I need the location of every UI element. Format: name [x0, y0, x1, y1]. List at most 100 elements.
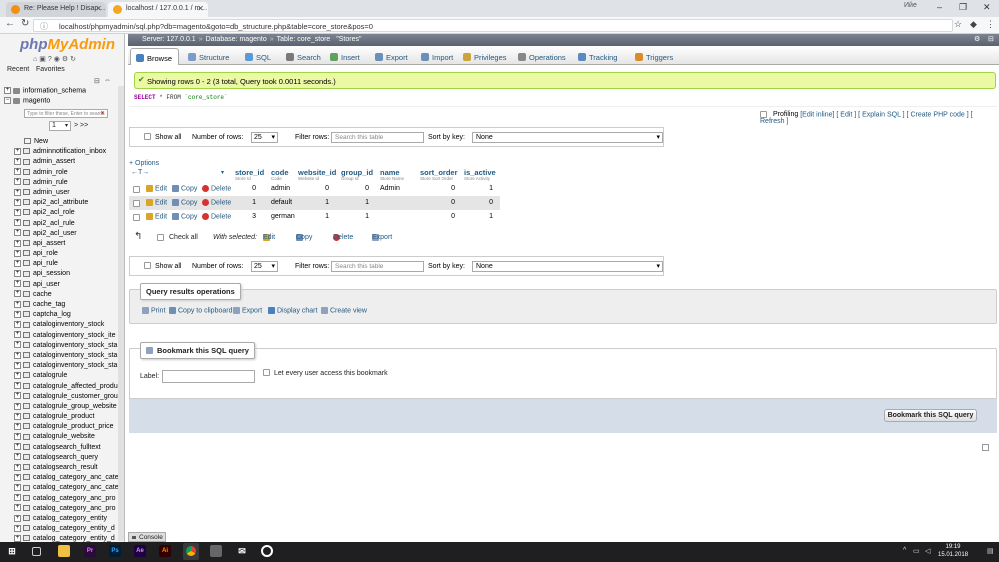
- collapse-all-icon[interactable]: ⊟: [94, 77, 100, 85]
- tree-table-item[interactable]: + api_user: [14, 280, 122, 290]
- tree-table-item[interactable]: + captcha_log: [14, 310, 122, 320]
- tree-table-item[interactable]: + cache: [14, 290, 122, 300]
- row-delete-button[interactable]: Delete: [202, 199, 231, 206]
- expand-icon[interactable]: +: [14, 331, 21, 339]
- tree-table-item[interactable]: + api2_acl_user: [14, 229, 122, 239]
- nav-scrollbar[interactable]: [118, 86, 124, 541]
- expand-icon[interactable]: +: [14, 453, 21, 461]
- tree-table-item[interactable]: + admin_rule: [14, 178, 122, 188]
- expand-icon[interactable]: +: [14, 178, 21, 186]
- tree-table-item[interactable]: + api2_acl_rule: [14, 219, 122, 229]
- logout-icon[interactable]: ▣: [39, 56, 48, 63]
- tree-table-item[interactable]: + catalogrule_product_price: [14, 422, 122, 432]
- menu-dots-icon[interactable]: ⋮: [986, 19, 995, 30]
- after-effects-icon[interactable]: Ae: [134, 545, 146, 557]
- tree-table-item[interactable]: + catalogsearch_query: [14, 453, 122, 463]
- tree-table-item[interactable]: + cataloginventory_stock: [14, 320, 122, 330]
- tree-table-item[interactable]: + cataloginventory_stock_sta: [14, 361, 122, 371]
- expand-icon[interactable]: +: [14, 402, 21, 410]
- expand-icon[interactable]: +: [14, 443, 21, 451]
- tray-chevron-icon[interactable]: ^: [903, 547, 906, 554]
- tab-close-icon[interactable]: ✕: [95, 4, 102, 13]
- expand-icon[interactable]: +: [14, 147, 21, 155]
- nav-next-page[interactable]: > >>: [74, 122, 88, 129]
- browser-tab-1[interactable]: Re: Please Help ! Disap… ✕: [6, 2, 106, 17]
- table-filter-input[interactable]: Type to filter these, Enter to search ✕: [24, 109, 108, 118]
- menu-tab-sql[interactable]: SQL: [240, 48, 277, 65]
- options-toggle[interactable]: + Options: [129, 160, 159, 167]
- windows-start-icon[interactable]: ⊞: [6, 545, 18, 557]
- expand-icon[interactable]: +: [14, 259, 21, 267]
- filter-rows-input[interactable]: Search this table: [331, 132, 424, 143]
- taskbar-app-icon[interactable]: [210, 545, 222, 557]
- tree-table-item[interactable]: + adminnotification_inbox: [14, 147, 122, 157]
- expand-icon[interactable]: +: [14, 321, 21, 329]
- row-copy-button[interactable]: Copy: [172, 213, 197, 220]
- row-delete-button[interactable]: Delete: [202, 185, 231, 192]
- premiere-icon[interactable]: Pr: [84, 545, 96, 557]
- tree-table-item[interactable]: + catalogrule: [14, 371, 122, 381]
- sort-by-key-select[interactable]: None ▾: [472, 132, 663, 143]
- back-icon[interactable]: ←: [5, 18, 15, 29]
- expand-icon[interactable]: +: [14, 463, 21, 471]
- menu-tab-import[interactable]: Import: [416, 48, 459, 65]
- export-link[interactable]: Export: [233, 307, 262, 314]
- expand-icon[interactable]: +: [14, 534, 21, 542]
- expand-icon[interactable]: +: [14, 382, 21, 390]
- link-with-main-icon[interactable]: ⇔: [104, 77, 111, 84]
- notification-icon[interactable]: ▤: [987, 547, 994, 555]
- create-view-link[interactable]: Create view: [321, 307, 367, 314]
- row-edit-button[interactable]: Edit: [146, 185, 167, 192]
- tree-table-item[interactable]: + catalogrule_group_website: [14, 402, 122, 412]
- filter-rows-input[interactable]: Search this table: [331, 261, 424, 272]
- browser-tab-2[interactable]: localhost / 127.0.0.1 / m… ✕: [108, 2, 208, 17]
- tree-table-item[interactable]: + cache_tag: [14, 300, 122, 310]
- copy-to-clipboard-link[interactable]: Copy to clipboard: [169, 307, 232, 314]
- docs-icon[interactable]: ◉: [54, 56, 62, 63]
- tree-table-item[interactable]: + catalog_category_entity_d: [14, 524, 122, 534]
- menu-tab-structure[interactable]: Structure: [183, 48, 235, 65]
- expand-icon[interactable]: +: [14, 361, 21, 369]
- tree-table-item[interactable]: + catalogrule_product: [14, 412, 122, 422]
- print-link[interactable]: Print: [142, 307, 165, 314]
- row-delete-button[interactable]: Delete: [202, 213, 231, 220]
- menu-tab-browse[interactable]: Browse: [130, 48, 180, 65]
- tree-new-table[interactable]: New: [14, 137, 122, 147]
- expand-icon[interactable]: +: [14, 494, 21, 502]
- tree-table-item[interactable]: + api_session: [14, 269, 122, 279]
- expand-icon[interactable]: +: [14, 239, 21, 247]
- every-user-checkbox[interactable]: [263, 369, 270, 376]
- expand-icon[interactable]: +: [14, 310, 21, 318]
- photoshop-icon[interactable]: Ps: [109, 545, 121, 557]
- clear-filter-icon[interactable]: ✕: [100, 110, 105, 117]
- chrome-active-icon[interactable]: [183, 543, 199, 560]
- expand-icon[interactable]: +: [14, 341, 21, 349]
- mail-icon[interactable]: ✉: [236, 545, 248, 557]
- expand-icon[interactable]: +: [14, 412, 21, 420]
- bookmark-star-icon[interactable]: ☆: [954, 19, 962, 30]
- expand-icon[interactable]: +: [14, 514, 21, 522]
- tree-table-item[interactable]: + catalog_category_entity: [14, 514, 122, 524]
- tree-table-item[interactable]: + catalog_category_anc_cate: [14, 483, 122, 493]
- favorites-tab[interactable]: Favorites: [36, 66, 65, 73]
- console-toggle[interactable]: Console: [128, 532, 166, 542]
- reload-nav-icon[interactable]: ↻: [70, 56, 78, 63]
- tree-table-item[interactable]: + api_rule: [14, 259, 122, 269]
- expand-icon[interactable]: +: [14, 422, 21, 430]
- breadcrumb-server[interactable]: Server: 127.0.0.1: [142, 36, 196, 43]
- collapse-top-icon[interactable]: ⊟: [988, 35, 994, 43]
- volume-icon[interactable]: ◁: [925, 547, 930, 555]
- expand-icon[interactable]: +: [14, 433, 21, 441]
- breadcrumb-table[interactable]: Table: core_store: [277, 36, 331, 43]
- display-chart-link[interactable]: Display chart: [268, 307, 317, 314]
- expand-icon[interactable]: +: [14, 524, 21, 532]
- expand-icon[interactable]: +: [14, 351, 21, 359]
- expand-icon[interactable]: +: [14, 392, 21, 400]
- menu-tab-search[interactable]: Search: [281, 48, 327, 65]
- expand-icon[interactable]: +: [14, 290, 21, 298]
- sort-by-key-select[interactable]: None ▾: [472, 261, 663, 272]
- tree-table-item[interactable]: + api2_acl_attribute: [14, 198, 122, 208]
- tree-table-item[interactable]: + api2_acl_role: [14, 208, 122, 218]
- menu-tab-export[interactable]: Export: [370, 48, 414, 65]
- tree-table-item[interactable]: + catalogrule_website: [14, 432, 122, 442]
